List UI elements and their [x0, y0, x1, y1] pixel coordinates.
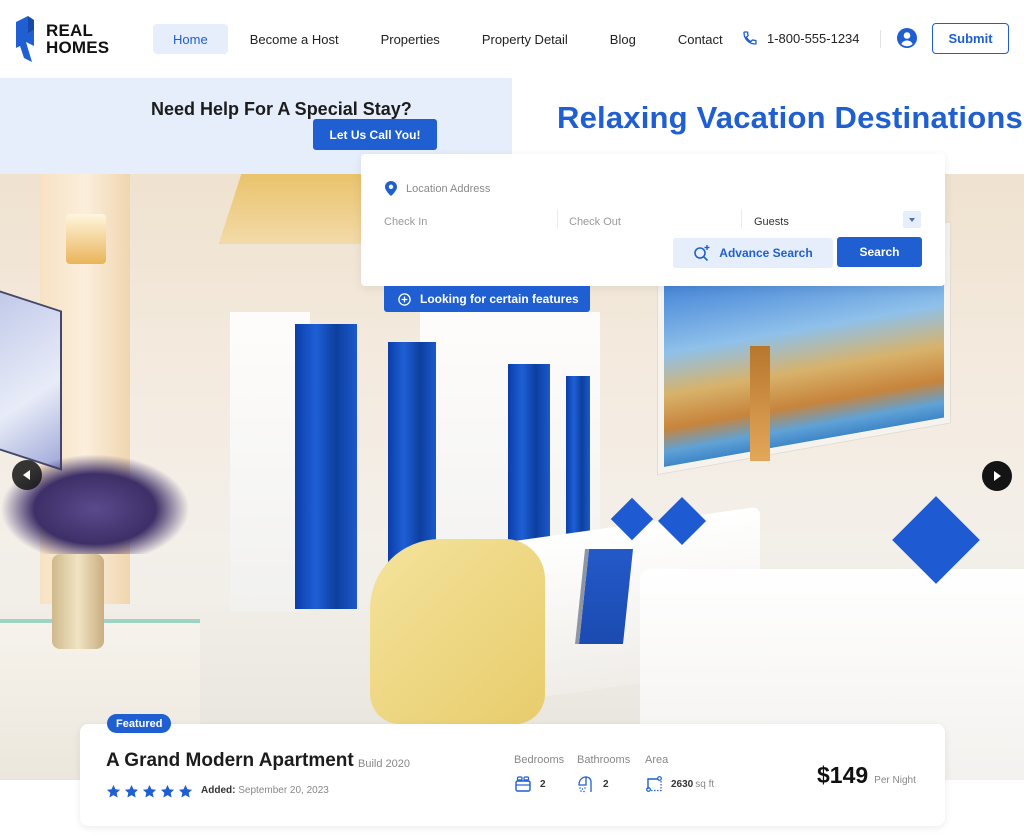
chevron-left-icon: [23, 470, 30, 480]
area-number: 2630: [671, 778, 694, 790]
search-button[interactable]: Search: [837, 237, 922, 267]
phone-icon: [743, 31, 757, 45]
property-build-year: Build 2020: [358, 758, 410, 770]
hero-title: Relaxing Vacation Destinations: [557, 100, 1023, 135]
price: $149 Per Night: [817, 762, 916, 789]
logo[interactable]: REAL HOMES: [14, 16, 109, 62]
shower-icon: [578, 776, 592, 793]
bathrooms-value: 2: [603, 778, 609, 790]
caret-down-icon: [909, 217, 915, 222]
search-plus-icon: [694, 245, 710, 262]
slider-next-button[interactable]: [982, 461, 1012, 491]
logo-r-icon: [16, 16, 34, 62]
price-value: $149: [817, 762, 869, 788]
location-placeholder: Location Address: [406, 182, 491, 195]
hero-chaise: [370, 539, 545, 724]
slider-prev-button[interactable]: [12, 460, 42, 490]
bedrooms-value: 2: [540, 778, 546, 790]
plus-circle-icon: [398, 292, 411, 306]
header-divider: [880, 30, 881, 48]
phone-number: 1-800-555-1234: [767, 30, 860, 46]
site-header: REAL HOMES Home Become a Host Properties…: [0, 0, 1024, 78]
search-panel: Location Address Check In Check Out Gues…: [361, 154, 945, 286]
bed-icon: [515, 776, 531, 792]
hero-bed-runner: [575, 549, 633, 644]
rating-stars: [106, 784, 193, 799]
star-icon: [124, 784, 139, 798]
help-title: Need Help For A Special Stay?: [151, 99, 412, 119]
area-unit: sq ft: [695, 778, 715, 790]
location-pin-icon: [385, 181, 397, 196]
nav-home[interactable]: Home: [153, 24, 228, 54]
bedrooms-spec: Bedrooms 2: [514, 754, 564, 793]
location-input[interactable]: Location Address: [385, 181, 490, 196]
field-divider: [741, 209, 742, 229]
guests-select[interactable]: Guests: [754, 212, 922, 232]
nav-contact[interactable]: Contact: [658, 24, 743, 54]
submit-button[interactable]: Submit: [932, 23, 1009, 54]
logo-line-1: REAL: [46, 21, 94, 40]
nav-blog[interactable]: Blog: [590, 24, 656, 54]
hero-painting-tower: [750, 346, 770, 461]
check-in-input[interactable]: Check In: [384, 212, 554, 232]
phone-link[interactable]: 1-800-555-1234: [742, 30, 860, 46]
added-date: Added: September 20, 2023: [201, 785, 329, 796]
hero-vase: [52, 554, 104, 649]
bathrooms-label: Bathrooms: [577, 754, 631, 766]
bedrooms-label: Bedrooms: [514, 754, 565, 766]
nav-become-a-host[interactable]: Become a Host: [230, 24, 359, 54]
guests-dropdown-toggle[interactable]: [903, 211, 921, 228]
features-toggle-button[interactable]: Looking for certain features: [384, 286, 590, 312]
main-nav: Home Become a Host Properties Property D…: [153, 24, 745, 54]
user-circle-icon[interactable]: [897, 28, 917, 48]
star-icon: [160, 784, 175, 798]
advance-search-label: Advance Search: [719, 246, 813, 260]
property-title[interactable]: A Grand Modern Apartment: [106, 750, 354, 772]
price-unit: Per Night: [874, 775, 916, 786]
area-value: 2630 sq ft: [671, 779, 714, 790]
nav-property-detail[interactable]: Property Detail: [462, 24, 588, 54]
star-icon: [106, 784, 121, 798]
star-icon: [178, 784, 193, 798]
star-icon: [142, 784, 157, 798]
logo-line-2: HOMES: [46, 38, 110, 57]
features-label: Looking for certain features: [420, 292, 579, 306]
chevron-right-icon: [994, 471, 1001, 481]
hero-tv: [0, 287, 62, 471]
bathrooms-spec: Bathrooms 2: [577, 754, 630, 793]
call-me-button[interactable]: Let Us Call You!: [313, 119, 437, 150]
featured-badge: Featured: [107, 714, 172, 733]
check-out-input[interactable]: Check Out: [569, 212, 739, 232]
area-label: Area: [645, 754, 669, 766]
nav-properties[interactable]: Properties: [361, 24, 460, 54]
hero-curtain: [295, 324, 357, 609]
logo-text: REAL HOMES: [46, 22, 109, 56]
property-card[interactable]: A Grand Modern Apartment Build 2020 Adde…: [80, 724, 945, 826]
area-icon: [646, 776, 662, 792]
advance-search-button[interactable]: Advance Search: [673, 238, 833, 268]
added-date-value: September 20, 2023: [238, 785, 329, 796]
hero-wall-lamp: [66, 214, 106, 264]
area-spec: Area 2630 sq ft: [645, 754, 714, 793]
added-label: Added:: [201, 785, 236, 796]
field-divider: [557, 209, 558, 229]
